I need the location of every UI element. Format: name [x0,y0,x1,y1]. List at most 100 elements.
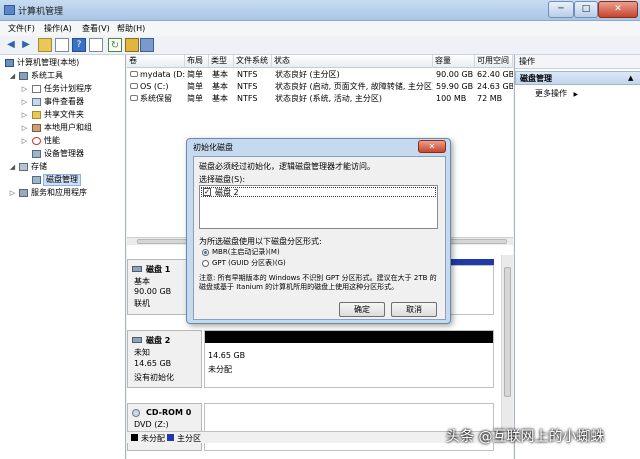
partition-state: 未分配 [208,365,232,374]
tree-label: 磁盘管理 [43,174,81,186]
close-button[interactable]: ✕ [598,1,638,18]
disk-size: 14.65 GB [134,359,172,368]
tree-item-task-scheduler[interactable]: ▷ 任务计划程序 [0,83,126,95]
more-actions[interactable]: 更多操作 ▶ [535,88,578,99]
column-status[interactable]: 状态 [272,55,433,68]
event-icon [32,98,41,106]
gpt-label[interactable]: GPT (GUID 分区表)(G) [212,258,286,268]
column-filesystem[interactable]: 文件系统 [234,55,272,68]
table-row[interactable]: OS (C:) 简单 基本 NTFS 状态良好 (启动, 页面文件, 故障转储,… [127,81,513,93]
collapse-up-icon[interactable]: ▲ [628,72,633,85]
legend-unallocated-swatch [131,434,138,441]
tree-item-system-tools[interactable]: ◢ 系统工具 [0,70,126,82]
tree-label: 本地用户和组 [44,123,92,132]
tree-item-device-manager[interactable]: 设备管理器 [0,148,126,160]
scrollbar-thumb[interactable] [504,267,511,397]
expand-arrow-icon[interactable]: ▷ [20,96,29,108]
initialize-disk-dialog: 初始化磁盘 ✕ 磁盘必须经过初始化，逻辑磁盘管理器才能访问。 选择磁盘(S): … [186,138,451,324]
computer-management-icon [4,5,15,15]
column-volume[interactable]: 卷 [127,55,185,68]
menu-bar: 文件(F) 操作(A) 查看(V) 帮助(H) [0,21,640,36]
menu-view[interactable]: 查看(V) [82,23,110,34]
tree-item-disk-management[interactable]: 磁盘管理 [0,174,126,186]
column-capacity[interactable]: 容量 [433,55,475,68]
column-type[interactable]: 类型 [209,55,234,68]
refresh-icon[interactable]: ↻ [108,38,122,52]
tree-item-event-viewer[interactable]: ▷ 事件查看器 [0,96,126,108]
cell: 62.40 GB [477,70,513,79]
cell: OS (C:) [140,82,169,91]
tree-label: 共享文件夹 [44,110,84,119]
tree-item-storage[interactable]: ◢ 存储 [0,161,126,173]
cd-icon [132,409,140,417]
computer-icon [5,59,14,67]
table-row[interactable]: 系统保留 简单 基本 NTFS 状态良好 (系统, 活动, 主分区) 100 M… [127,93,513,105]
disk-icon [32,176,41,184]
up-folder-icon[interactable] [38,38,52,52]
column-layout[interactable]: 布局 [185,55,209,68]
tree-item-shared-folders[interactable]: ▷ 共享文件夹 [0,109,126,121]
more-actions-label: 更多操作 [535,89,567,98]
properties-icon[interactable] [89,38,103,52]
cell: 24.63 GB [477,82,513,91]
expand-arrow-icon[interactable]: ▷ [20,135,29,147]
expand-arrow-icon[interactable]: ▷ [20,122,29,134]
collapse-arrow-icon[interactable]: ◢ [8,161,17,173]
cell: 状态良好 (系统, 活动, 主分区) [275,94,382,103]
actions-pane: 操作 磁盘管理 ▲ 更多操作 ▶ [514,55,640,459]
collapse-arrow-icon[interactable]: ◢ [8,70,17,82]
back-arrow-icon[interactable]: ◀ [4,38,18,52]
help-icon[interactable]: ? [72,38,86,52]
expand-arrow-icon[interactable]: ▷ [20,109,29,121]
disk-2-partition[interactable]: 14.65 GB 未分配 [204,330,494,388]
cell: 100 MB [436,94,467,103]
tree-label: 存储 [31,162,47,171]
tree-item-local-users[interactable]: ▷ 本地用户和组 [0,122,126,134]
dialog-intro-text: 磁盘必须经过初始化，逻辑磁盘管理器才能访问。 [199,162,375,171]
minimize-button[interactable]: ─ [548,1,574,18]
tree-label: 计算机管理(本地) [17,58,80,67]
menu-action[interactable]: 操作(A) [44,23,72,34]
expand-arrow-icon[interactable]: ▷ [20,83,29,95]
mbr-radio[interactable] [202,249,209,256]
cancel-button[interactable]: 取消 [391,302,437,317]
folder-icon [32,111,41,119]
column-free-space[interactable]: 可用空间 [475,55,513,68]
tree-item-performance[interactable]: ▷ 性能 [0,135,126,147]
users-icon [32,124,41,132]
disk-size: 90.00 GB [134,287,172,296]
cell: 状态良好 (启动, 页面文件, 故障转储, 主分区) [275,82,433,91]
disk-settings-icon[interactable] [140,38,154,52]
list-item[interactable]: ✓ 磁盘 2 [201,187,436,197]
cell: NTFS [237,94,258,103]
cell: NTFS [237,70,258,79]
maximize-button[interactable]: □ [574,1,598,18]
menu-help[interactable]: 帮助(H) [117,23,145,34]
disk-listbox[interactable]: ✓ 磁盘 2 [199,185,438,229]
disk-2-label[interactable]: 磁盘 2 未知 14.65 GB 没有初始化 [127,330,202,388]
gpt-radio[interactable] [202,260,209,267]
show-hide-tree-icon[interactable] [55,38,69,52]
mbr-label[interactable]: MBR(主启动记录)(M) [212,247,280,257]
disk-view-vscrollbar[interactable] [501,255,513,430]
menu-file[interactable]: 文件(F) [8,23,35,34]
dialog-close-button[interactable]: ✕ [418,140,446,153]
ok-button[interactable]: 确定 [339,302,385,317]
forward-arrow-icon[interactable]: ▶ [19,38,33,52]
cell: 状态良好 (主分区) [275,70,340,79]
device-icon [32,150,41,158]
disk-name: 磁盘 2 [146,336,171,345]
actions-section[interactable]: 磁盘管理 ▲ [515,71,640,85]
cell: 基本 [212,82,228,91]
toolbar: ◀ ▶ ? ↻ [0,36,640,55]
tree-label: 服务和应用程序 [31,188,87,197]
tree-label: 任务计划程序 [44,84,92,93]
table-row[interactable]: mydata (D:) 简单 基本 NTFS 状态良好 (主分区) 90.00 … [127,69,513,81]
tree-item-root[interactable]: 计算机管理(本地) [0,57,126,69]
legend-primary-swatch [167,434,174,441]
export-icon[interactable] [125,38,139,52]
cell: 基本 [212,70,228,79]
disk-checkbox[interactable]: ✓ [203,188,211,196]
tree-item-services[interactable]: ▷ 服务和应用程序 [0,187,126,199]
expand-arrow-icon[interactable]: ▷ [8,187,17,199]
